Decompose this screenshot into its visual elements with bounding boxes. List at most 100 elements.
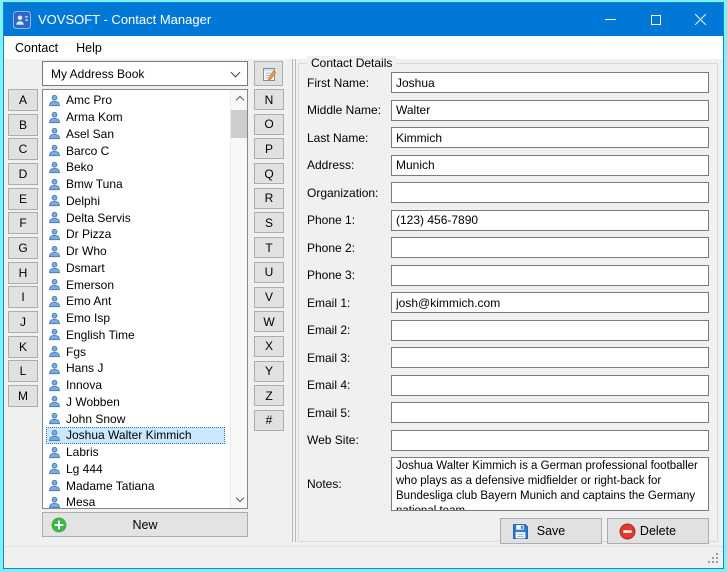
contact-list-item[interactable]: Labris (46, 444, 225, 461)
save-button-label: Save (537, 524, 566, 538)
field-row: Email 3: (307, 347, 709, 368)
contact-list-item[interactable]: Delphi (46, 193, 225, 210)
letter-filter-button[interactable]: P (254, 138, 284, 159)
letter-filter-button[interactable]: F (8, 212, 38, 234)
letter-filter-button[interactable]: G (8, 237, 38, 259)
contact-list-item[interactable]: Joshua Walter Kimmich (46, 427, 225, 444)
letter-filter-button[interactable]: W (254, 311, 284, 332)
letter-filter-button[interactable]: U (254, 262, 284, 283)
letter-filter-button[interactable]: M (8, 385, 38, 407)
status-bar (4, 546, 723, 568)
field-row: Phone 1: (307, 210, 709, 231)
new-contact-button[interactable]: New (42, 512, 248, 537)
contact-name: Delta Servis (66, 211, 131, 225)
contact-list-item[interactable]: Dsmart (46, 260, 225, 277)
letter-filter-button[interactable]: B (8, 114, 38, 136)
letter-filter-button[interactable]: C (8, 138, 38, 160)
scroll-up-button[interactable] (231, 90, 248, 107)
field-input[interactable] (391, 237, 709, 258)
field-input[interactable] (391, 182, 709, 203)
field-input[interactable] (391, 265, 709, 286)
contact-details-group: Contact Details First Name: Middle Name:… (298, 63, 718, 542)
letter-filter-button[interactable]: X (254, 336, 284, 357)
contact-details-form: First Name: Middle Name: Last Name: Addr… (307, 72, 709, 544)
edit-address-book-button[interactable] (254, 61, 283, 86)
contact-list-item[interactable]: Dr Pizza (46, 226, 225, 243)
letter-filter-button[interactable]: A (8, 89, 38, 111)
panel-splitter[interactable] (291, 59, 297, 542)
person-icon (48, 379, 61, 392)
contact-list-item[interactable]: Barco C (46, 142, 225, 159)
window-controls (588, 3, 723, 36)
chevron-down-icon (235, 494, 243, 502)
contact-list-item[interactable]: Lg 444 (46, 461, 225, 478)
letter-filter-button[interactable]: # (254, 410, 284, 431)
close-button[interactable] (678, 3, 723, 36)
contact-list-item[interactable]: Delta Servis (46, 209, 225, 226)
contact-list-item[interactable]: Madame Tatiana (46, 477, 225, 494)
contact-list-item[interactable]: J Wobben (46, 394, 225, 411)
menu-item[interactable]: Contact (6, 39, 67, 57)
contact-list-item[interactable]: English Time (46, 327, 225, 344)
field-input[interactable] (391, 292, 709, 313)
field-input[interactable] (391, 320, 709, 341)
letter-filter-button[interactable]: T (254, 237, 284, 258)
field-input[interactable] (391, 127, 709, 148)
letter-filter-button[interactable]: S (254, 212, 284, 233)
person-icon (48, 261, 61, 274)
letter-filter-button[interactable]: K (8, 336, 38, 358)
contact-list-item[interactable]: Beko (46, 159, 225, 176)
contact-list-item[interactable]: Emo Ant (46, 293, 225, 310)
letter-filter-button[interactable]: J (8, 311, 38, 333)
scroll-down-button[interactable] (231, 491, 248, 508)
delete-button[interactable]: Delete (607, 518, 709, 544)
contact-list-item[interactable]: Emerson (46, 276, 225, 293)
field-input[interactable] (391, 72, 709, 93)
contact-list-item[interactable]: John Snow (46, 410, 225, 427)
maximize-button[interactable] (633, 3, 678, 36)
person-icon (48, 211, 61, 224)
notes-textarea[interactable] (391, 457, 709, 511)
list-scrollbar[interactable] (230, 90, 247, 508)
menu-item[interactable]: Help (67, 39, 111, 57)
field-input[interactable] (391, 430, 709, 451)
contact-name: Emo Ant (66, 294, 111, 308)
letter-filter-button[interactable]: N (254, 89, 284, 110)
letter-filter-button[interactable]: Y (254, 361, 284, 382)
contact-list-item[interactable]: Amc Pro (46, 92, 225, 109)
letter-filter-button[interactable]: I (8, 286, 38, 308)
contact-list-item[interactable]: Dr Who (46, 243, 225, 260)
field-input[interactable] (391, 402, 709, 423)
letter-filter-button[interactable]: D (8, 163, 38, 185)
contact-name: Amc Pro (66, 93, 112, 107)
contact-list-item[interactable]: Bmw Tuna (46, 176, 225, 193)
contact-list[interactable]: Amc Pro Arma Kom Asel San (42, 89, 248, 509)
field-input[interactable] (391, 155, 709, 176)
minimize-button[interactable] (588, 3, 633, 36)
letter-filter-button[interactable]: L (8, 360, 38, 382)
letter-filter-button[interactable]: O (254, 114, 284, 135)
contact-list-item[interactable]: Mesa (46, 494, 225, 509)
contact-list-item[interactable]: Hans J (46, 360, 225, 377)
field-label: Email 5: (307, 406, 391, 420)
letter-filter-button[interactable]: R (254, 188, 284, 209)
letter-filter-button[interactable]: H (8, 262, 38, 284)
scrollbar-thumb[interactable] (231, 110, 248, 138)
letter-filter-button[interactable]: V (254, 287, 284, 308)
save-button[interactable]: Save (500, 518, 602, 544)
contact-list-item[interactable]: Fgs (46, 343, 225, 360)
field-row: Email 2: (307, 320, 709, 341)
resize-grip[interactable] (706, 551, 719, 564)
contact-list-item[interactable]: Innova (46, 377, 225, 394)
field-input[interactable] (391, 210, 709, 231)
field-input[interactable] (391, 375, 709, 396)
address-book-select[interactable]: My Address Book (42, 61, 248, 86)
field-input[interactable] (391, 100, 709, 121)
field-input[interactable] (391, 347, 709, 368)
contact-list-item[interactable]: Arma Kom (46, 109, 225, 126)
letter-filter-button[interactable]: Q (254, 163, 284, 184)
letter-filter-button[interactable]: E (8, 188, 38, 210)
contact-list-item[interactable]: Asel San (46, 126, 225, 143)
contact-list-item[interactable]: Emo Isp (46, 310, 225, 327)
letter-filter-button[interactable]: Z (254, 385, 284, 406)
